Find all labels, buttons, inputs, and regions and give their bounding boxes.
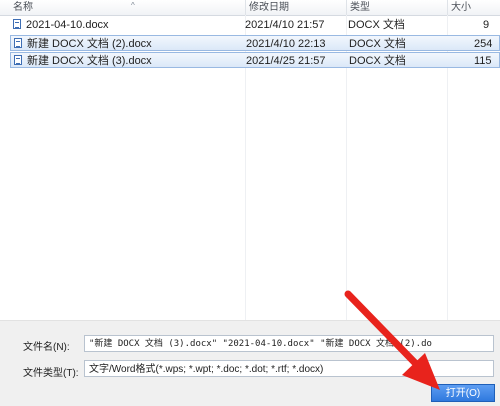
column-type-label: 类型 <box>350 2 370 13</box>
file-name: 新建 DOCX 文档 (2).docx <box>27 38 152 50</box>
filetype-select-value: 文字/Word格式(*.wps; *.wpt; *.doc; *.dot; *.… <box>89 364 324 375</box>
column-header-size[interactable]: 大小 <box>447 0 500 15</box>
open-button-label: 打开(O) <box>445 388 481 399</box>
filename-label: 文件名(N): <box>23 342 70 353</box>
file-size: 254 <box>474 38 493 50</box>
column-name-label: 名称 <box>13 2 33 13</box>
sort-ascending-icon: ^ <box>131 1 135 10</box>
file-type: DOCX 文档 <box>349 55 406 67</box>
file-modified: 2021/4/25 21:57 <box>246 55 326 67</box>
column-header-modified[interactable]: 修改日期 <box>245 0 346 15</box>
docx-file-icon <box>13 19 21 29</box>
file-type: DOCX 文档 <box>348 19 405 31</box>
filetype-select[interactable]: 文字/Word格式(*.wps; *.wpt; *.doc; *.dot; *.… <box>84 360 494 377</box>
filetype-label: 文件类型(T): <box>23 368 79 379</box>
filename-input[interactable]: "新建 DOCX 文档 (3).docx" "2021-04-10.docx" … <box>84 335 494 352</box>
open-button[interactable]: 打开(O) <box>431 384 495 402</box>
docx-file-icon <box>14 55 22 65</box>
column-size-label: 大小 <box>451 2 471 13</box>
column-header-name[interactable]: 名称 ^ <box>10 0 245 15</box>
file-type: DOCX 文档 <box>349 38 406 50</box>
file-size: 115 <box>474 55 492 67</box>
file-modified: 2021/4/10 21:57 <box>245 19 325 31</box>
file-size: 9 <box>483 19 490 31</box>
column-header-type[interactable]: 类型 <box>346 0 447 15</box>
file-row[interactable]: 2021-04-10.docx 2021/4/10 21:57 DOCX 文档 … <box>10 17 500 33</box>
file-modified: 2021/4/10 22:13 <box>246 38 326 50</box>
docx-file-icon <box>14 38 22 48</box>
file-row-selected[interactable]: 新建 DOCX 文档 (3).docx 2021/4/25 21:57 DOCX… <box>10 52 500 68</box>
column-modified-label: 修改日期 <box>249 2 289 13</box>
file-name: 2021-04-10.docx <box>26 19 109 31</box>
file-list-header: 名称 ^ 修改日期 类型 大小 <box>0 0 500 16</box>
file-name: 新建 DOCX 文档 (3).docx <box>27 55 152 67</box>
file-row-selected[interactable]: 新建 DOCX 文档 (2).docx 2021/4/10 22:13 DOCX… <box>10 35 500 51</box>
filename-input-value: "新建 DOCX 文档 (3).docx" "2021-04-10.docx" … <box>89 339 432 349</box>
